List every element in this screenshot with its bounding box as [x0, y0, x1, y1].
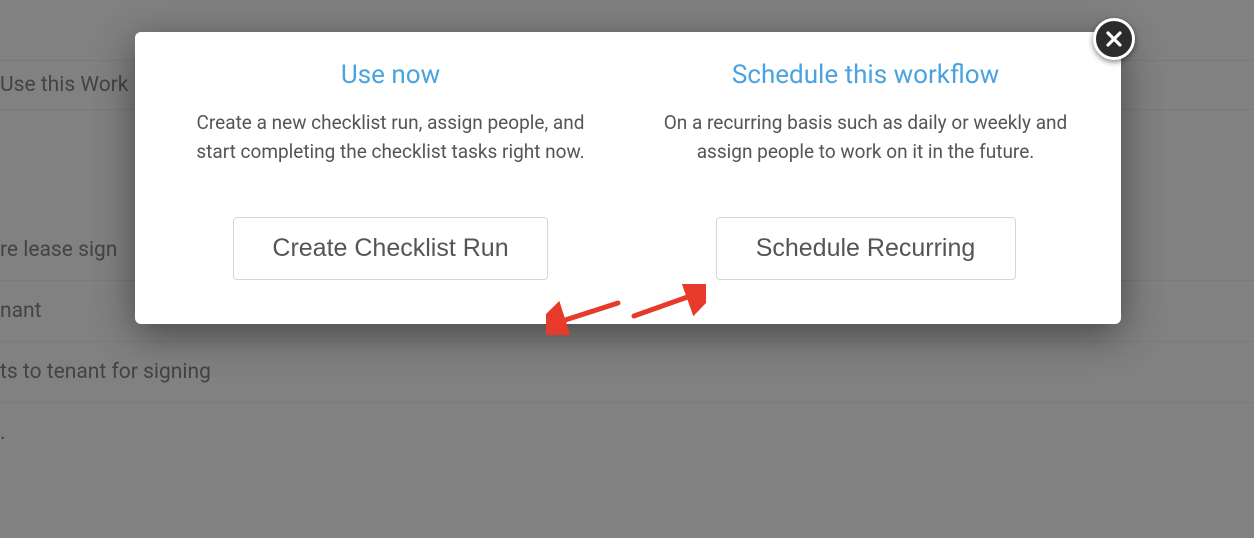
workflow-action-modal: Use now Create a new checklist run, assi…	[135, 32, 1121, 324]
use-now-description: Create a new checklist run, assign peopl…	[181, 108, 601, 167]
use-now-title: Use now	[177, 60, 604, 90]
close-icon	[1105, 30, 1123, 48]
create-checklist-run-button[interactable]: Create Checklist Run	[233, 217, 547, 280]
schedule-title: Schedule this workflow	[652, 60, 1079, 90]
schedule-recurring-button[interactable]: Schedule Recurring	[716, 217, 1016, 280]
schedule-description: On a recurring basis such as daily or we…	[656, 108, 1076, 167]
close-modal-button[interactable]	[1093, 18, 1135, 60]
use-now-column: Use now Create a new checklist run, assi…	[153, 60, 628, 280]
schedule-column: Schedule this workflow On a recurring ba…	[628, 60, 1103, 280]
